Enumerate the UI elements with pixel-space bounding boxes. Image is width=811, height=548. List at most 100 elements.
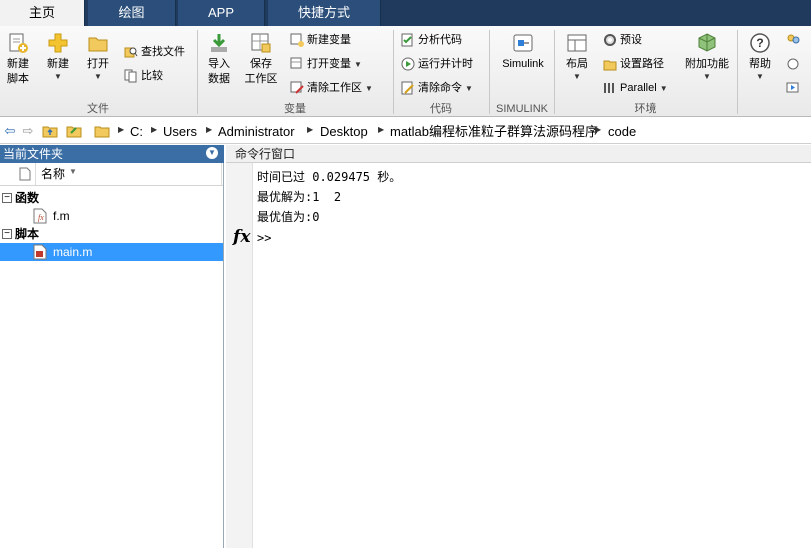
tab-home[interactable]: 主页 [0,0,85,27]
open-variable-label: 打开变量 [307,58,351,70]
collapse-icon[interactable]: − [2,193,12,203]
open-variable-button[interactable]: 打开变量 ▼ [290,54,362,74]
breadcrumb-separator-icon: ▶ [378,125,385,134]
clear-workspace-dropdown-icon: ▼ [365,84,373,93]
help-label: 帮助 [749,58,771,70]
clear-workspace-label: 清除工作区 [307,82,362,94]
section-label: 函数 [15,191,40,205]
layout-button[interactable]: 布局 ▼ [561,30,593,100]
layout-dropdown-icon: ▼ [573,72,581,81]
help-button[interactable]: ? 帮助 ▼ [743,30,777,100]
parallel-button[interactable]: Parallel ▼ [603,78,668,98]
group-label-code: 代码 [430,103,452,115]
current-folder-panel: 名称 ▼ − 函数 fx f.m − 脚本 main.m [0,163,224,548]
parallel-label: Parallel [620,82,657,94]
simulink-icon [513,34,533,52]
group-label-simulink: SIMULINK [496,103,548,115]
file-name: main.m [53,245,93,259]
tab-shortcuts[interactable]: 快捷方式 [268,0,381,26]
section-functions[interactable]: − 函数 [0,189,223,207]
new-label: 新建 [47,58,69,70]
file-item-main-m[interactable]: main.m [0,243,223,261]
column-divider [221,163,222,185]
parallel-dropdown-icon: ▼ [659,84,668,93]
set-path-button[interactable]: 设置路径 [603,54,664,74]
find-files-icon [124,47,138,58]
save-workspace-button[interactable]: 保存 工作区 [242,30,280,100]
file-item-f-m[interactable]: fx f.m [0,207,223,225]
compare-button[interactable]: 比较 [124,66,163,86]
breadcrumb-separator-icon: ▶ [595,125,602,134]
analyze-code-button[interactable]: 分析代码 [401,30,462,50]
clear-workspace-button[interactable]: 清除工作区 ▼ [290,78,373,98]
import-icon [211,34,227,52]
new-script-button[interactable]: 新建 脚本 [2,30,34,100]
section-scripts[interactable]: − 脚本 [0,225,223,243]
command-prompt[interactable]: >> [257,229,271,247]
addons-button[interactable]: 附加功能 ▼ [682,30,732,100]
breadcrumb-item[interactable]: Users [163,124,197,139]
open-dropdown-icon: ▼ [94,72,102,81]
compare-label: 比较 [141,70,163,82]
ribbon: 新建 脚本 新建 ▼ 打开 ▼ 查找文件 比较 文件 导入 数据 保存 工作区 … [0,26,811,117]
parallel-icon [604,83,614,94]
learn-icon [786,82,799,93]
learn-matlab-button[interactable] [786,78,811,98]
browse-folder-icon[interactable] [66,123,82,139]
preferences-button[interactable]: 预设 [603,30,642,50]
tab-plots[interactable]: 绘图 [88,0,176,26]
save-label-1: 保存 [250,58,272,70]
up-folder-icon[interactable] [42,123,58,139]
file-name: f.m [53,209,70,223]
command-window[interactable]: 时间已过 0.029475 秒。 最优解为:1 2 最优值为:0 fx >> [226,163,811,548]
forward-arrow-icon[interactable]: ⇨ [20,123,36,139]
column-divider [35,163,36,185]
addons-label: 附加功能 [685,58,729,70]
fx-function-browser-icon[interactable]: fx [233,227,250,247]
simulink-button[interactable]: Simulink [496,30,550,100]
import-label-2: 数据 [208,73,230,85]
clear-commands-label: 清除命令 [418,82,462,94]
back-arrow-icon[interactable]: ⇦ [2,123,18,139]
clear-commands-button[interactable]: 清除命令 ▼ [401,78,473,98]
file-type-column-icon [19,167,31,181]
run-and-time-icon [401,57,415,71]
collapse-icon[interactable]: − [2,229,12,239]
breadcrumb-item[interactable]: Desktop [320,124,368,139]
addons-icon [698,33,716,52]
new-script-icon [9,33,28,53]
output-line: 时间已过 0.029475 秒。 [257,170,402,184]
new-dropdown-icon: ▼ [54,72,62,81]
folder-icon [94,126,110,138]
output-line: 最优解为:1 2 [257,190,342,204]
open-variable-icon [290,57,302,69]
addons-dropdown-icon: ▼ [703,72,711,81]
layout-label: 布局 [566,58,588,70]
open-button[interactable]: 打开 ▼ [80,30,116,100]
set-path-icon [603,60,617,71]
output-line: 最优值为:0 [257,210,320,224]
import-data-button[interactable]: 导入 数据 [202,30,236,100]
breadcrumb-item[interactable]: code [608,124,636,139]
community-button[interactable] [786,30,811,50]
toolstrip-tabs: 主页 绘图 APP 快捷方式 [0,0,811,27]
new-button[interactable]: 新建 ▼ [40,30,76,100]
breadcrumb-item[interactable]: matlab编程标准粒子群算法源码程序 [390,124,598,139]
breadcrumb-item[interactable]: Administrator [218,124,295,139]
clear-workspace-icon [290,81,304,94]
compare-icon [124,69,137,83]
analyze-code-icon [401,33,413,47]
gear-icon [604,34,616,47]
tab-apps[interactable]: APP [178,0,265,26]
name-column-header[interactable]: 名称 [41,166,65,182]
command-window-title: 命令行窗口 [235,147,296,161]
request-support-button[interactable] [786,54,811,74]
breadcrumb-item[interactable]: C: [130,124,143,139]
new-variable-label: 新建变量 [307,34,351,46]
new-variable-button[interactable]: 新建变量 [290,30,351,50]
panel-menu-icon[interactable]: ▼ [206,147,218,159]
help-icon: ? [750,33,770,53]
clear-commands-dropdown-icon: ▼ [465,84,473,93]
run-and-time-button[interactable]: 运行并计时 [401,54,473,74]
find-files-button[interactable]: 查找文件 [124,42,185,62]
